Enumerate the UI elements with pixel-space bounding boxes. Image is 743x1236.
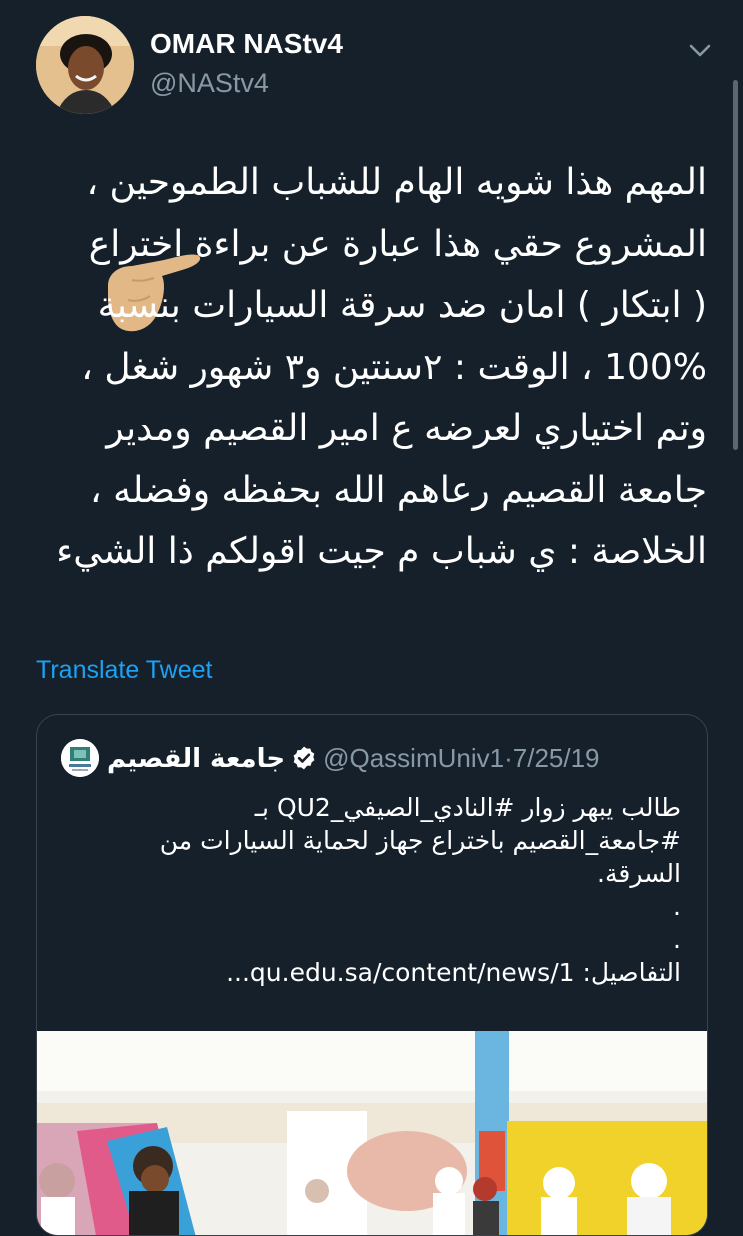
scrollbar[interactable] [733, 80, 738, 450]
quoted-author-handle[interactable]: @QassimUniv1 [323, 743, 504, 773]
quoted-line[interactable]: التفاصيل: qu.edu.sa/content/news/1... [61, 956, 681, 989]
avatar-photo [36, 16, 134, 114]
tweet-text: المهم هذا شويه الهام للشباب الطموحين ، ا… [56, 152, 707, 583]
quoted-line: . [673, 892, 681, 921]
quoted-line: #جامعة_القصيم باختراع جهاز لحماية السيار… [159, 826, 681, 855]
avatar[interactable] [36, 16, 134, 114]
translate-tweet-link[interactable]: Translate Tweet [36, 656, 212, 685]
author-name[interactable]: OMAR NAStv4 [150, 28, 343, 60]
quoted-author-name[interactable]: جامعة القصيم [107, 744, 285, 774]
tweet-line: وتم اختياري لعرضه ع امير القصيم ومدير [106, 408, 707, 449]
chevron-down-icon[interactable] [686, 36, 714, 64]
university-logo-icon [61, 739, 99, 777]
tweet-line: 100% ، الوقت : ٢سنتين و٣ شهور شغل ، [81, 346, 707, 388]
quoted-date[interactable]: 7/25/19 [513, 743, 600, 773]
tweet-line: المهم هذا شويه الهام للشباب الطموحين ، [86, 162, 707, 203]
quoted-line: طالب يبهر زوار #النادي_الصيفي_QU2 بـ [254, 793, 681, 822]
quoted-header: جامعة القصيم @QassimUniv1·7/25/19 [107, 743, 600, 774]
separator: · [504, 743, 513, 773]
tweet-line: جامعة القصيم رعاهم الله بحفظه وفضله ، [90, 469, 707, 511]
quoted-avatar[interactable] [61, 739, 99, 777]
quoted-tweet[interactable]: جامعة القصيم @QassimUniv1·7/25/19 طالب يب… [36, 714, 708, 1236]
tweet-line: الخلاصة : ي شباب م جيت اقولكم ذا الشيء [56, 531, 707, 572]
quoted-line: السرقة. [597, 859, 681, 888]
quoted-line: . [673, 925, 681, 954]
verified-badge-icon [293, 746, 315, 770]
tweet-line: ( ابتكار ) امان ضد سرقة السيارات بنسبة [97, 285, 707, 326]
quoted-text: طالب يبهر زوار #النادي_الصيفي_QU2 بـ #جا… [61, 791, 681, 989]
quoted-photo[interactable] [37, 1031, 707, 1236]
author-handle[interactable]: @NAStv4 [150, 68, 269, 99]
tweet-line: المشروع حقي هذا عبارة عن براءة اختراع [88, 223, 707, 265]
